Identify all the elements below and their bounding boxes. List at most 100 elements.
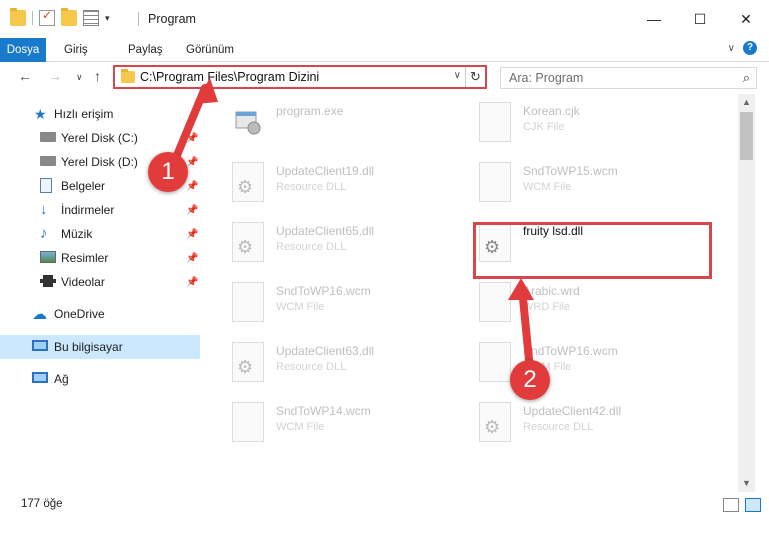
file-name: Korean.cjk (523, 104, 580, 118)
vertical-scrollbar[interactable]: ▲ ▼ (738, 94, 755, 492)
refresh-icon[interactable]: ↻ (465, 67, 485, 87)
sidebar-item-label: Resimler (61, 251, 109, 265)
minimize-button[interactable]: — (631, 0, 677, 38)
address-row: ← → ∨ ↑ C:\Program Files\Program Dizini … (0, 62, 769, 94)
chevron-down-icon[interactable]: ∨ (454, 70, 461, 81)
sidebar-item-music[interactable]: ♪ Müzik 📌 (0, 222, 200, 246)
computer-icon (32, 340, 48, 351)
dll-file-icon (232, 342, 264, 382)
file-icon (479, 162, 511, 202)
sidebar-item-downloads[interactable]: ↓ İndirmeler 📌 (0, 198, 200, 222)
file-icon (479, 342, 511, 382)
scroll-thumb[interactable] (740, 112, 753, 160)
file-item[interactable]: UpdateClient63.dll Resource DLL (232, 342, 472, 392)
file-item[interactable]: SndToWP16.wcm WCM File (232, 282, 472, 332)
sidebar-item-label: Belgeler (61, 179, 106, 193)
new-folder-icon[interactable] (61, 8, 77, 26)
file-name: SndToWP14.wcm (276, 404, 371, 418)
sidebar-item-onedrive[interactable]: ☁ OneDrive (0, 302, 200, 326)
sidebar-item-label: İndirmeler (61, 203, 115, 217)
step-1-badge: 1 (148, 152, 188, 192)
file-item[interactable]: Korean.cjk CJK File (479, 102, 719, 152)
properties-icon[interactable] (39, 8, 55, 26)
scroll-down-icon[interactable]: ▼ (738, 475, 755, 492)
pin-icon[interactable]: 📌 (186, 253, 198, 264)
sidebar-item-videos[interactable]: Videolar 📌 (0, 270, 200, 294)
address-path[interactable]: C:\Program Files\Program Dizini (140, 70, 319, 84)
search-icon[interactable]: ⌕ (743, 70, 750, 86)
pictures-icon (40, 251, 56, 263)
maximize-button[interactable]: ☐ (677, 0, 723, 38)
sidebar-item-label: Bu bilgisayar (54, 340, 123, 354)
pin-icon[interactable]: 📌 (186, 157, 198, 168)
sidebar-item-pictures[interactable]: Resimler 📌 (0, 246, 200, 270)
sidebar-item-quick-access[interactable]: ★ Hızlı erişim (0, 102, 200, 126)
details-view-icon[interactable] (723, 498, 739, 512)
recent-dropdown-icon[interactable]: ∨ (76, 72, 83, 83)
file-type: WCM File (276, 301, 325, 313)
search-placeholder: Ara: Program (509, 71, 584, 85)
file-type: WRD File (523, 301, 571, 313)
file-name: SndToWP16.wcm (523, 344, 618, 358)
sidebar-item-network[interactable]: Ağ (0, 367, 200, 391)
music-icon: ♪ (40, 225, 48, 242)
file-item[interactable]: UpdateClient65.dll Resource DLL (232, 222, 472, 272)
pin-icon[interactable]: 📌 (186, 229, 198, 240)
tab-share[interactable]: Paylaş (128, 38, 163, 62)
large-icons-view-icon[interactable] (745, 498, 761, 512)
search-input[interactable]: Ara: Program ⌕ (500, 67, 757, 89)
file-name: UpdateClient63.dll (276, 344, 375, 358)
up-arrow-icon[interactable]: ↑ (94, 68, 101, 84)
file-item[interactable]: UpdateClient42.dll Resource DLL (479, 402, 719, 452)
file-name: UpdateClient65.dll (276, 224, 375, 238)
sidebar-item-label: Müzik (61, 227, 93, 241)
exe-file-icon (232, 102, 264, 142)
pin-icon[interactable]: 📌 (186, 205, 198, 216)
file-type: Resource DLL (276, 181, 347, 193)
folder-icon[interactable] (10, 8, 26, 26)
pin-icon[interactable]: 📌 (186, 277, 198, 288)
help-icon[interactable]: ? (743, 41, 757, 55)
tab-view[interactable]: Görünüm (186, 38, 234, 62)
sidebar-item-label: Yerel Disk (C:) (61, 131, 138, 145)
chevron-down-icon[interactable]: ∨ (728, 43, 735, 54)
tab-home[interactable]: Giriş (64, 38, 88, 62)
file-item[interactable]: program.exe (232, 102, 472, 152)
documents-icon (40, 178, 52, 193)
star-icon: ★ (34, 106, 47, 122)
sidebar-item-this-pc[interactable]: Bu bilgisayar (0, 335, 200, 359)
ribbon-tabs: Dosya Giriş Paylaş Görünüm ∨ ? (0, 38, 769, 88)
view-icon[interactable] (83, 10, 99, 26)
pin-icon[interactable]: 📌 (186, 133, 198, 144)
file-type: Resource DLL (523, 421, 594, 433)
file-item[interactable]: SndToWP14.wcm WCM File (232, 402, 472, 452)
file-item[interactable]: Arabic.wrd WRD File (479, 282, 719, 332)
pin-icon[interactable]: 📌 (186, 181, 198, 192)
file-type: CJK File (523, 121, 565, 133)
back-arrow-icon[interactable]: ← (18, 68, 32, 84)
file-type: Resource DLL (276, 241, 347, 253)
sidebar-item-local-disk-c[interactable]: Yerel Disk (C:) 📌 (0, 126, 200, 150)
customize-dropdown-icon[interactable]: ▾ (105, 13, 110, 24)
dll-file-icon (232, 222, 264, 262)
cloud-icon: ☁ (32, 306, 47, 323)
close-button[interactable]: ✕ (723, 0, 769, 38)
drive-icon (40, 156, 56, 166)
address-bar[interactable]: C:\Program Files\Program Dizini ∨ ↻ (113, 65, 487, 89)
forward-arrow-icon[interactable]: → (48, 68, 62, 84)
sidebar-item-label: OneDrive (54, 307, 105, 321)
title-bar: ▾ Program — ☐ ✕ (0, 0, 769, 38)
file-type: Resource DLL (276, 361, 347, 373)
file-name: UpdateClient42.dll (523, 404, 622, 418)
folder-icon (121, 69, 135, 83)
file-icon (479, 102, 511, 142)
file-item[interactable]: SndToWP15.wcm WCM File (479, 162, 719, 212)
download-icon: ↓ (40, 201, 48, 218)
file-icon (479, 282, 511, 322)
file-item[interactable]: UpdateClient19.dll Resource DLL (232, 162, 472, 212)
drive-icon (40, 132, 56, 142)
dll-file-icon (479, 402, 511, 442)
scroll-up-icon[interactable]: ▲ (738, 94, 755, 111)
file-type: WCM File (523, 181, 572, 193)
file-icon (232, 282, 264, 322)
